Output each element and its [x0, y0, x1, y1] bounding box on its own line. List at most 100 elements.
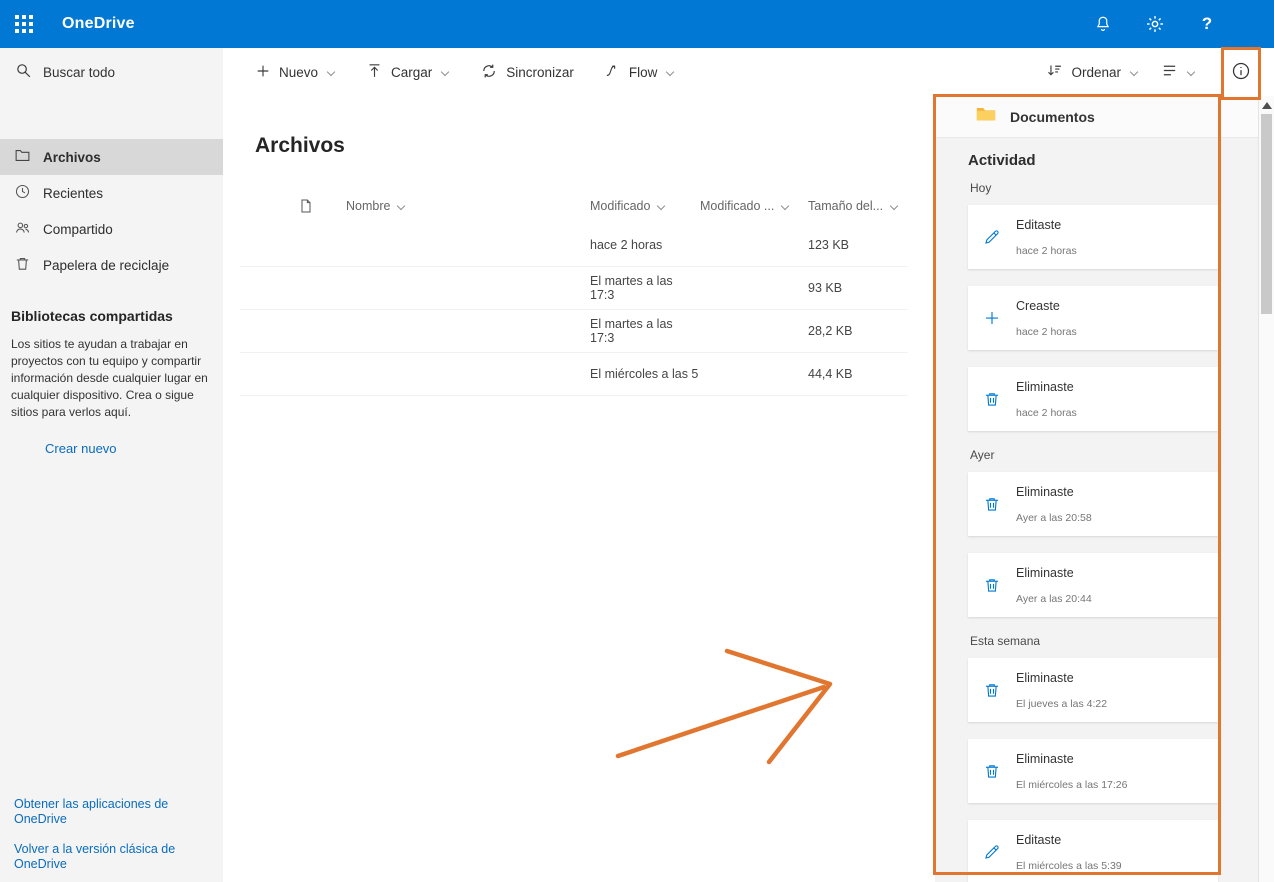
shared-libraries-description: Los sitios te ayudan a trabajar en proye…	[11, 336, 211, 421]
chevron-down-icon	[1129, 68, 1139, 77]
cell-size: 123 KB	[808, 238, 908, 252]
search-input[interactable]: Buscar todo	[0, 48, 223, 96]
scroll-up-arrow-icon[interactable]	[1262, 102, 1272, 109]
topbar-actions: ?	[1092, 13, 1274, 35]
activity-time: El miércoles a las 17:26	[1016, 779, 1127, 791]
sync-button[interactable]: Sincronizar	[480, 62, 574, 83]
activity-group-label: Ayer	[970, 448, 1258, 462]
plus-icon	[255, 63, 271, 82]
files-table: Nombre Modificado Modificado ... Tamaño …	[240, 188, 908, 396]
sidebar-item-label: Archivos	[43, 150, 101, 165]
folder-icon	[14, 147, 31, 167]
table-row[interactable]: El martes a las 17:3 93 KB	[240, 267, 908, 310]
sidebar-item-label: Papelera de reciclaje	[43, 258, 169, 273]
activity-item: EliminasteAyer a las 20:44	[968, 553, 1218, 617]
new-button[interactable]: Nuevo	[255, 63, 336, 82]
table-row[interactable]: El miércoles a las 5 44,4 KB	[240, 353, 908, 396]
chevron-down-icon	[780, 202, 790, 211]
activity-action: Eliminaste	[1016, 485, 1092, 499]
edit-icon	[982, 843, 1002, 861]
upload-button[interactable]: Cargar	[366, 62, 450, 82]
activity-item: Editaste El miércoles a las 5:39	[968, 820, 1218, 882]
chevron-down-icon	[889, 202, 899, 211]
cell-modified: El miércoles a las 5	[590, 367, 700, 381]
sidebar-item-papelera[interactable]: Papelera de reciclaje	[0, 247, 223, 283]
column-nombre[interactable]: Nombre	[346, 199, 590, 213]
activity-item: Eliminastehace 2 horas	[968, 367, 1218, 431]
activity-time: Ayer a las 20:44	[1016, 593, 1092, 605]
people-icon	[14, 219, 31, 239]
upload-icon	[366, 62, 383, 82]
details-panel: Documentos Actividad Hoy Editastehace 2 …	[935, 96, 1258, 882]
sidebar-footer: Obtener las aplicaciones de OneDrive Vol…	[14, 797, 200, 872]
flow-button-label: Flow	[629, 65, 658, 80]
file-type-icon	[298, 198, 346, 214]
sidebar-item-archivos[interactable]: Archivos	[0, 139, 223, 175]
flow-button[interactable]: Flow	[604, 62, 676, 82]
create-new-link[interactable]: Crear nuevo	[45, 441, 223, 456]
sidebar-item-recientes[interactable]: Recientes	[0, 175, 223, 211]
scrollbar[interactable]	[1258, 96, 1274, 882]
new-button-label: Nuevo	[279, 65, 318, 80]
activity-time: hace 2 horas	[1016, 326, 1077, 338]
activity-time: El jueves a las 4:22	[1016, 698, 1107, 710]
details-pane-button[interactable]	[1228, 60, 1254, 86]
activity-time: Ayer a las 20:58	[1016, 512, 1092, 524]
sidebar-item-label: Recientes	[43, 186, 103, 201]
table-header: Nombre Modificado Modificado ... Tamaño …	[240, 188, 908, 224]
gear-icon[interactable]	[1144, 13, 1166, 35]
trash-icon	[982, 681, 1002, 699]
page-title: Archivos	[255, 134, 935, 158]
details-title: Documentos	[1010, 109, 1095, 125]
table-row[interactable]: El martes a las 17:3 28,2 KB	[240, 310, 908, 353]
activity-item: Creaste hace 2 horas	[968, 286, 1218, 350]
sidebar: Archivos Recientes Compartido Papelera d…	[0, 96, 223, 882]
scrollbar-thumb[interactable]	[1261, 114, 1272, 314]
activity-time: El miércoles a las 5:39	[1016, 860, 1122, 872]
chevron-down-icon	[396, 202, 406, 211]
shared-libraries-title: Bibliotecas compartidas	[11, 308, 223, 324]
list-view-icon	[1161, 62, 1178, 82]
sort-button[interactable]: Ordenar	[1046, 62, 1139, 82]
chevron-down-icon	[440, 68, 450, 77]
bell-icon[interactable]	[1092, 13, 1114, 35]
app-launcher-icon[interactable]	[0, 0, 48, 48]
cell-modified: El martes a las 17:3	[590, 317, 700, 345]
clock-icon	[14, 183, 31, 203]
activity-action: Editaste	[1016, 833, 1122, 847]
info-icon	[1231, 61, 1251, 86]
help-icon[interactable]: ?	[1196, 13, 1218, 35]
cell-modified: El martes a las 17:3	[590, 274, 700, 302]
sidebar-nav: Archivos Recientes Compartido Papelera d…	[0, 139, 223, 283]
cell-modified: hace 2 horas	[590, 238, 700, 252]
column-tamano[interactable]: Tamaño del...	[808, 199, 908, 213]
classic-version-link[interactable]: Volver a la versión clásica de OneDrive	[14, 842, 200, 872]
main-content: Archivos Nombre Modificado Modificado ..…	[223, 96, 935, 882]
activity-time: hace 2 horas	[1016, 245, 1077, 257]
view-options-button[interactable]	[1161, 62, 1196, 82]
command-row: Buscar todo Nuevo Cargar Sincronizar	[0, 48, 1274, 96]
activity-action: Eliminaste	[1016, 752, 1127, 766]
sync-button-label: Sincronizar	[506, 65, 574, 80]
plus-icon	[982, 309, 1002, 327]
get-apps-link[interactable]: Obtener las aplicaciones de OneDrive	[14, 797, 200, 827]
sidebar-item-compartido[interactable]: Compartido	[0, 211, 223, 247]
trash-icon	[982, 495, 1002, 513]
table-row[interactable]: hace 2 horas 123 KB	[240, 224, 908, 267]
sort-icon	[1046, 62, 1063, 82]
column-modificado[interactable]: Modificado	[590, 199, 700, 213]
trash-icon	[982, 762, 1002, 780]
cell-size: 44,4 KB	[808, 367, 908, 381]
trash-icon	[982, 576, 1002, 594]
cell-size: 28,2 KB	[808, 324, 908, 338]
activity-item: Eliminaste El miércoles a las 17:26	[968, 739, 1218, 803]
recycle-bin-icon	[14, 255, 31, 275]
activity-item: Editastehace 2 horas	[968, 205, 1218, 269]
folder-yellow-icon	[975, 103, 997, 130]
sidebar-item-label: Compartido	[43, 222, 113, 237]
activity-action: Creaste	[1016, 299, 1077, 313]
activity-section: Actividad Hoy Editastehace 2 horas Creas…	[935, 138, 1258, 882]
column-modificado-fecha[interactable]: Modificado ...	[700, 199, 808, 213]
app-title: OneDrive	[62, 15, 135, 33]
details-header: Documentos	[935, 96, 1258, 138]
